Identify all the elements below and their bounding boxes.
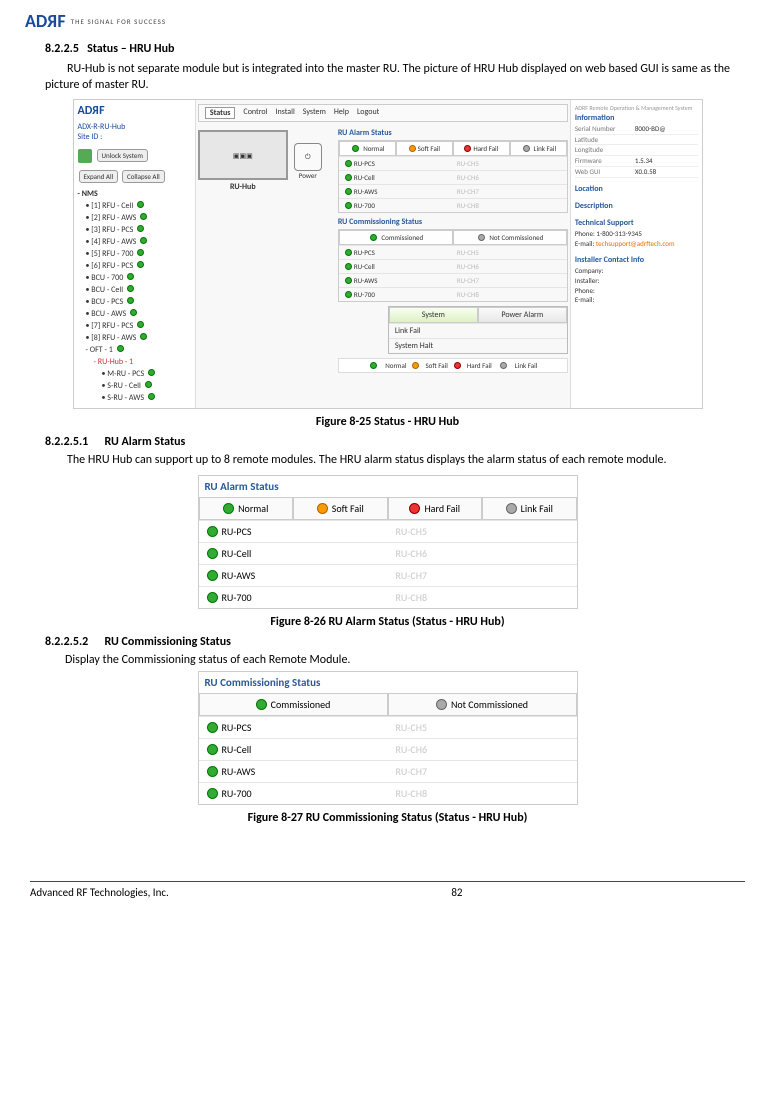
figure-caption: Figure 8-27 RU Commissioning Status (Sta… [25, 811, 750, 825]
menu-bar[interactable]: Status ControlInstallSystemHelpLogout [198, 104, 568, 122]
nav-tree[interactable]: - NMS • [1] RFU - Cell • [2] RFU - AWS •… [78, 188, 191, 404]
paragraph: RU-Hub is not separate module but is int… [45, 62, 730, 93]
subsection-heading: 8.2.2.5.1 RU Alarm Status [45, 435, 750, 449]
paragraph: The HRU Hub can support up to 8 remote m… [45, 453, 730, 469]
lock-icon [78, 149, 92, 163]
section-heading: 8.2.2.5 Status – HRU Hub [45, 42, 750, 56]
expand-all-button[interactable]: Expand All [79, 170, 119, 183]
logo: ADRF THE SIGNAL FOR SUCCESS [25, 10, 750, 32]
subsection-heading: 8.2.2.5.2 RU Commissioning Status [45, 635, 750, 649]
figure-caption: Figure 8-25 Status - HRU Hub [25, 415, 750, 429]
paragraph: Display the Commissioning status of each… [65, 653, 730, 667]
page-footer: Advanced RF Technologies, Inc. 82 [30, 881, 745, 899]
power-icon: ⏻ [294, 143, 322, 171]
figure-status-hru-hub: ADRF ADX-R-RU-Hub Site ID : Unlock Syste… [73, 99, 703, 409]
figure-caption: Figure 8-26 RU Alarm Status (Status - HR… [25, 615, 750, 629]
collapse-all-button[interactable]: Collapse All [122, 170, 165, 183]
unlock-button[interactable]: Unlock System [97, 149, 148, 162]
figure-ru-commissioning-status: RU Commissioning Status Commissioned Not… [198, 671, 578, 805]
hub-image: ▣▣▣ [198, 130, 288, 180]
figure-ru-alarm-status: RU Alarm Status Normal Soft Fail Hard Fa… [198, 475, 578, 609]
